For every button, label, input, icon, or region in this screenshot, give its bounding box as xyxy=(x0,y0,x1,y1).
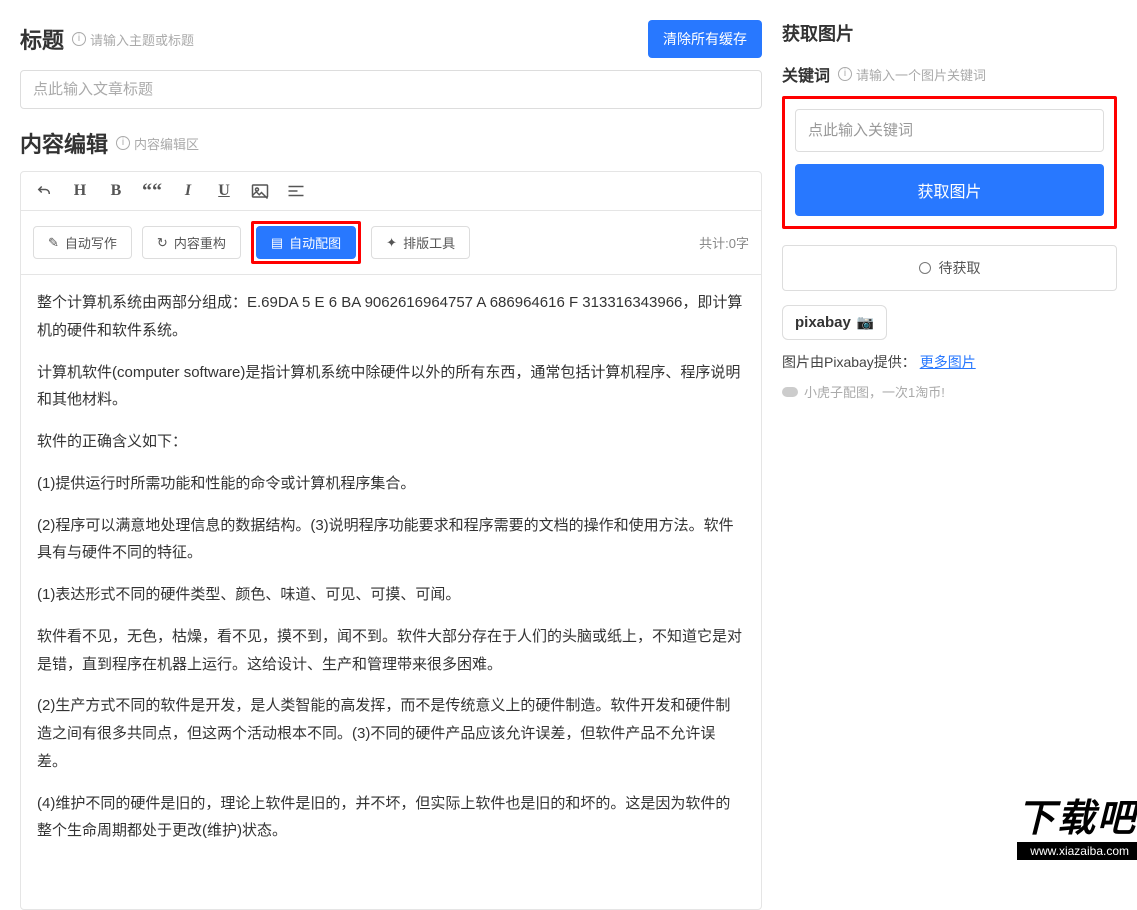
editor-hint: i 内容编辑区 xyxy=(116,134,199,153)
info-icon: i xyxy=(116,136,130,150)
watermark: 下载吧 www.xiazaiba.com xyxy=(1017,787,1137,860)
fetch-image-button[interactable]: 获取图片 xyxy=(795,164,1104,216)
paragraph: (1)表达形式不同的硬件类型、颜色、味道、可见、可摸、可闻。 xyxy=(37,581,745,609)
camera-icon: 📷 xyxy=(857,314,874,331)
paragraph: (1)提供运行时所需功能和性能的命令或计算机程序集合。 xyxy=(37,470,745,498)
content-area[interactable]: 整个计算机系统由两部分组成：E.69DA 5 E 6 BA 9062616964… xyxy=(21,275,761,909)
paragraph: 整个计算机系统由两部分组成：E.69DA 5 E 6 BA 9062616964… xyxy=(37,289,745,345)
title-hint: i 请输入主题或标题 xyxy=(72,30,194,49)
info-icon: i xyxy=(72,32,86,46)
layout-tool-button[interactable]: ✦ 排版工具 xyxy=(371,226,470,259)
provider-line: 图片由Pixabay提供： 更多图片 xyxy=(782,352,1117,372)
paragraph: (2)程序可以满意地处理信息的数据结构。(3)说明程序功能要求和程序需要的文档的… xyxy=(37,512,745,568)
keyword-label: 关键词 xyxy=(782,62,830,86)
format-toolbar: H B ““ I U xyxy=(21,172,761,211)
wand-icon: ✦ xyxy=(386,235,397,251)
image-icon[interactable] xyxy=(249,180,271,202)
editor-box: H B ““ I U ✎ 自动写作 ↻ 内容重构 xyxy=(20,171,762,910)
more-images-link[interactable]: 更多图片 xyxy=(920,354,976,370)
italic-icon[interactable]: I xyxy=(177,180,199,202)
circle-icon xyxy=(919,262,931,274)
sidebar-title: 获取图片 xyxy=(782,20,1117,46)
paragraph: (2)生产方式不同的软件是开发，是人类智能的高发挥，而不是传统意义上的硬件制造。… xyxy=(37,692,745,775)
pixabay-badge: pixabay 📷 xyxy=(782,305,887,340)
quote-icon[interactable]: ““ xyxy=(141,180,163,202)
paragraph: 软件看不见，无色，枯燥，看不见，摸不到，闻不到。软件大部分存在于人们的头脑或纸上… xyxy=(37,623,745,679)
highlight-keyword-box: 获取图片 xyxy=(782,96,1117,229)
footer-note: 小虎子配图，一次1淘币! xyxy=(782,382,1117,401)
heading-icon[interactable]: H xyxy=(69,180,91,202)
paragraph: (4)维护不同的硬件是旧的，理论上软件是旧的，并不坏，但实际上软件也是旧的和坏的… xyxy=(37,790,745,846)
highlight-auto-image: ▤ 自动配图 xyxy=(251,221,361,264)
pencil-icon: ✎ xyxy=(48,235,59,251)
clear-cache-button[interactable]: 清除所有缓存 xyxy=(648,20,762,58)
keyword-input[interactable] xyxy=(795,109,1104,152)
rebuild-button[interactable]: ↻ 内容重构 xyxy=(142,226,241,259)
title-input[interactable] xyxy=(20,70,762,109)
editor-label: 内容编辑 xyxy=(20,127,108,159)
title-label: 标题 xyxy=(20,23,64,55)
cloud-icon xyxy=(782,387,798,397)
info-icon: i xyxy=(838,67,852,81)
auto-image-button[interactable]: ▤ 自动配图 xyxy=(256,226,356,259)
char-count: 共计:0字 xyxy=(699,233,749,252)
align-icon[interactable] xyxy=(285,180,307,202)
paragraph: 软件的正确含义如下： xyxy=(37,428,745,456)
columns-icon: ▤ xyxy=(271,235,283,251)
paragraph: 计算机软件(computer software)是指计算机系统中除硬件以外的所有… xyxy=(37,359,745,415)
keyword-hint: i 请输入一个图片关键词 xyxy=(838,65,986,84)
refresh-icon: ↻ xyxy=(157,235,168,251)
bold-icon[interactable]: B xyxy=(105,180,127,202)
editor-section-header: 内容编辑 i 内容编辑区 xyxy=(20,127,762,159)
action-toolbar: ✎ 自动写作 ↻ 内容重构 ▤ 自动配图 ✦ 排版工具 xyxy=(21,211,761,275)
title-section-header: 标题 i 请输入主题或标题 清除所有缓存 xyxy=(20,20,762,58)
underline-icon[interactable]: U xyxy=(213,180,235,202)
fetch-status: 待获取 xyxy=(782,245,1117,291)
undo-icon[interactable] xyxy=(33,180,55,202)
auto-write-button[interactable]: ✎ 自动写作 xyxy=(33,226,132,259)
